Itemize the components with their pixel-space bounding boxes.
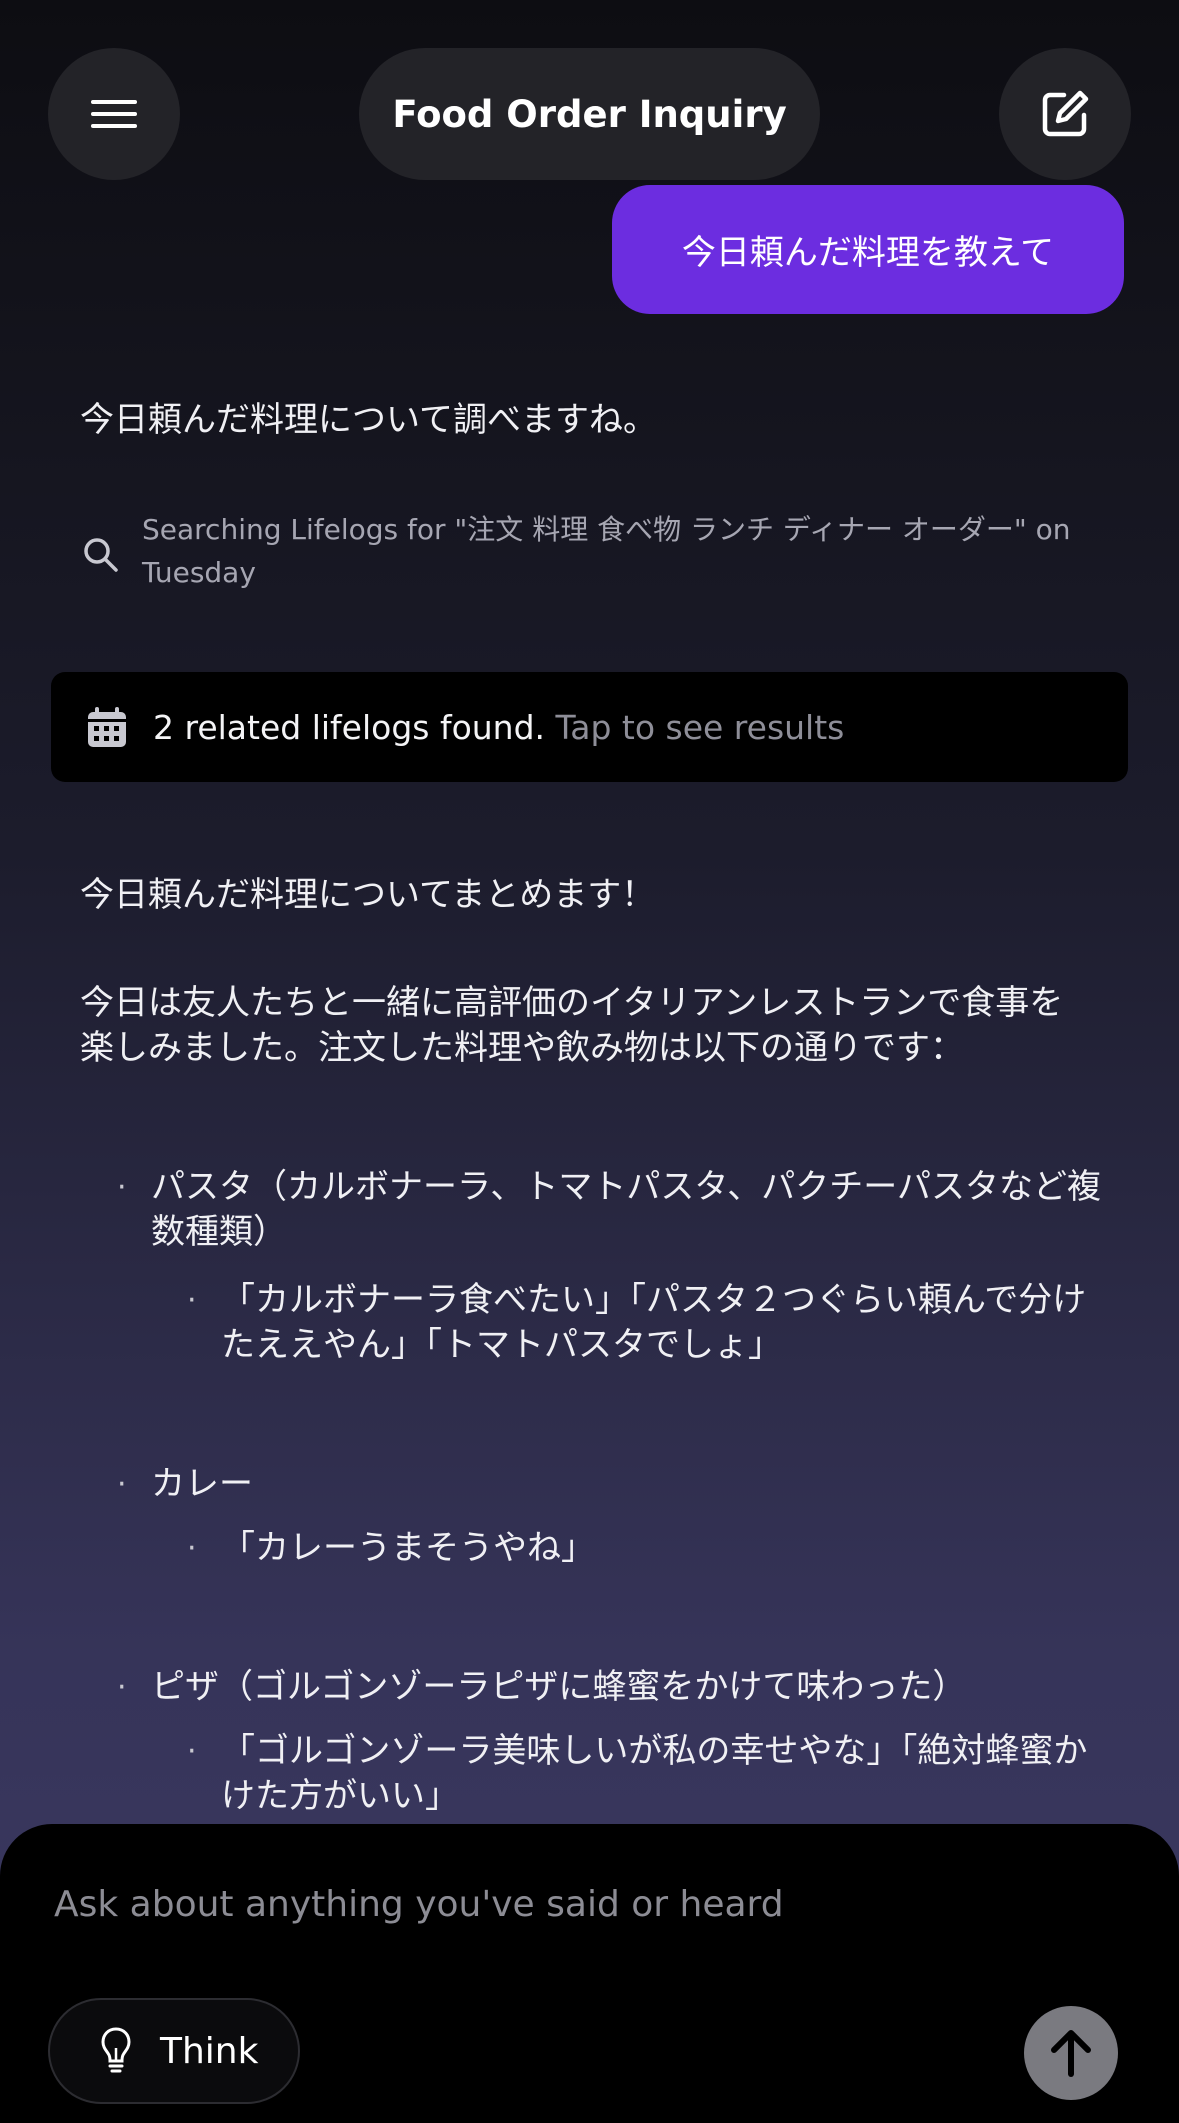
quote-text: 「カルボナーラ食べたい」「パスタ２つぐらい頼んで分けたええやん」「トマトパスタで… <box>221 1280 1087 1365</box>
list-item-dish: · ピザ（ゴルゴンゾーラピザに蜂蜜をかけて味わった） <box>117 1665 1101 1710</box>
conversation-title[interactable]: Food Order Inquiry <box>359 48 820 180</box>
dish-text: ピザ（ゴルゴンゾーラピザに蜂蜜をかけて味わった） <box>151 1667 967 1707</box>
send-button[interactable] <box>1024 2006 1118 2100</box>
menu-button[interactable] <box>48 48 180 180</box>
bullet-dot: · <box>187 1283 197 1318</box>
search-status-text: Searching Lifelogs for "注文 料理 食べ物 ランチ ディ… <box>142 513 1071 589</box>
quote-text: 「カレーうまそうやね」 <box>221 1528 595 1568</box>
think-label: Think <box>160 2030 259 2072</box>
bullet-dot: · <box>117 1170 127 1205</box>
hamburger-menu-icon <box>91 100 137 128</box>
lifelog-results-card[interactable]: 2 related lifelogs found. Tap to see res… <box>51 672 1128 782</box>
bullet-dot: · <box>117 1467 127 1502</box>
assistant-intro-text: 今日頼んだ料理について調べますね。 <box>80 400 657 440</box>
quote-text: 「ゴルゴンゾーラ美味しいが私の幸せやな」「絶対蜂蜜かけた方がいい」 <box>221 1731 1088 1816</box>
bullet-dot: · <box>187 1734 197 1769</box>
list-item-quote: · 「カレーうまそうやね」 <box>187 1526 1101 1571</box>
think-button[interactable]: Think <box>48 1998 300 2104</box>
summary-heading: 今日頼んだ料理についてまとめます！ <box>80 875 656 915</box>
calendar-icon <box>88 707 126 747</box>
bullet-dot: · <box>187 1531 197 1566</box>
lightbulb-icon <box>101 2027 131 2073</box>
lifelog-found-count: 2 related lifelogs found. <box>153 707 546 747</box>
lifelog-results-text: 2 related lifelogs found. Tap to see res… <box>153 708 844 747</box>
list-item-dish: · カレー <box>117 1462 1051 1507</box>
lifelog-see-results-link[interactable]: Tap to see results <box>556 708 845 747</box>
search-status: Searching Lifelogs for "注文 料理 食べ物 ランチ ディ… <box>80 508 1080 594</box>
list-item-dish: · パスタ（カルボナーラ、トマトパスタ、パクチーパスタなど複数種類） <box>117 1165 1101 1255</box>
bullet-dot: · <box>117 1670 127 1705</box>
list-item-quote: · 「ゴルゴンゾーラ美味しいが私の幸せやな」「絶対蜂蜜かけた方がいい」 <box>187 1729 1101 1819</box>
user-message-bubble: 今日頼んだ料理を教えて <box>612 185 1124 314</box>
dish-text: カレー <box>151 1464 253 1504</box>
new-chat-button[interactable] <box>999 48 1131 180</box>
new-chat-edit-icon <box>1042 90 1089 137</box>
arrow-up-icon <box>1051 2030 1091 2077</box>
dish-text: パスタ（カルボナーラ、トマトパスタ、パクチーパスタなど複数種類） <box>151 1167 1101 1252</box>
composer-panel: Think <box>0 1824 1179 2123</box>
summary-body: 今日は友人たちと一緒に高評価のイタリアンレストランで食事を楽しみました。注文した… <box>80 983 1064 1068</box>
list-item-quote: · 「カルボナーラ食べたい」「パスタ２つぐらい頼んで分けたええやん」「トマトパス… <box>187 1278 1101 1368</box>
message-input[interactable] <box>54 1884 1114 1925</box>
search-icon <box>84 538 118 572</box>
